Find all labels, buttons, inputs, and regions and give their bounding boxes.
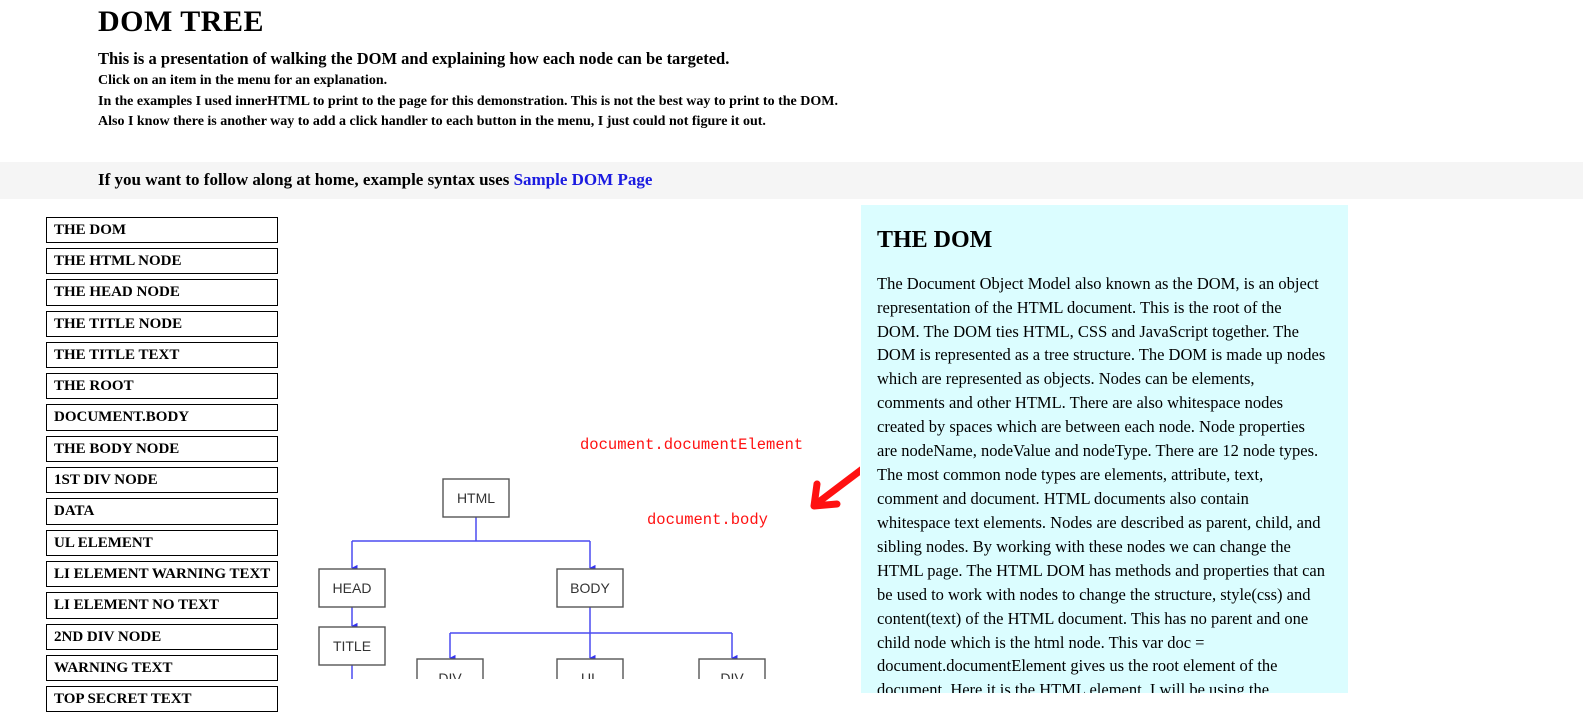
tree-annotations: document.documentElement document.body	[580, 436, 803, 529]
tree-connectors	[351, 516, 738, 679]
annotation-documentElement: document.documentElement	[580, 436, 803, 454]
menu-item-12[interactable]: LI ELEMENT NO TEXT	[46, 592, 278, 619]
menu-item-6[interactable]: DOCUMENT.BODY	[46, 404, 278, 431]
tree-node-label-body: BODY	[570, 580, 610, 596]
menu-item-14[interactable]: WARNING TEXT	[46, 654, 278, 682]
menu-item-1[interactable]: THE HTML NODE	[46, 247, 278, 275]
tree-node-boxes: HTMLHEADBODYTITLEDIVULDIVLILI	[318, 477, 766, 679]
menu-item-0[interactable]: THE DOM	[46, 216, 278, 243]
main-content: THE DOM THE HTML NODE THE HEAD NODE THE TIT…	[0, 199, 1583, 713]
page-header: DOM TREE This is a presentation of walki…	[0, 6, 1583, 132]
menu-item-10[interactable]: UL ELEMENT	[46, 529, 278, 556]
menu-item-7[interactable]: THE BODY NODE	[46, 435, 278, 463]
dom-menu: THE DOM THE HTML NODE THE HEAD NODE THE TIT…	[46, 216, 278, 717]
tree-node-label-ul: UL	[581, 670, 599, 679]
tree-node-label-div2: DIV	[720, 670, 744, 679]
menu-item-13[interactable]: 2ND DIV NODE	[46, 623, 278, 650]
menu-item-4[interactable]: THE TITLE TEXT	[46, 341, 278, 369]
menu-item-11[interactable]: LI ELEMENT WARNING TEXT	[46, 560, 278, 588]
tree-node-label-title: TITLE	[333, 638, 371, 654]
menu-item-15[interactable]: TOP SECRET TEXT	[46, 686, 278, 713]
page-title: DOM TREE	[98, 5, 264, 38]
follow-along-line: If you want to follow along at home, exa…	[0, 170, 1583, 190]
follow-along-band: If you want to follow along at home, exa…	[0, 161, 1583, 199]
follow-along-text: If you want to follow along at home, exa…	[98, 169, 514, 189]
tree-node-label-head: HEAD	[333, 580, 372, 596]
menu-item-5[interactable]: THE ROOT	[46, 373, 278, 400]
menu-item-3[interactable]: THE TITLE NODE	[46, 310, 278, 337]
explanation-panel: THE DOM The Document Object Model also k…	[861, 204, 1348, 693]
menu-item-2[interactable]: THE HEAD NODE	[46, 279, 278, 306]
annotation-documentBody: document.body	[647, 511, 768, 529]
intro-line-4: Also I know there is another way to add …	[98, 114, 766, 130]
dom-tree-diagram: HTMLHEADBODYTITLEDIVULDIVLILI The docume…	[290, 209, 860, 679]
menu-item-9[interactable]: DATA	[46, 498, 278, 525]
tree-node-label-div1: DIV	[438, 670, 462, 679]
explanation-title: THE DOM	[877, 226, 993, 253]
intro-line-3: In the examples I used innerHTML to prin…	[98, 93, 838, 109]
arrow-documentelement-shaft	[816, 466, 860, 505]
intro-line-2: Click on an item in the menu for an expl…	[98, 73, 388, 89]
sample-dom-page-link[interactable]: Sample DOM Page	[514, 170, 653, 189]
explanation-body: The Document Object Model also known as …	[877, 273, 1326, 693]
menu-item-8[interactable]: 1ST DIV NODE	[46, 467, 278, 494]
tree-red-arrows	[810, 466, 860, 510]
intro-lead-text: This is a presentation of walking the DO…	[98, 48, 730, 68]
tree-node-label-html: HTML	[457, 490, 495, 506]
